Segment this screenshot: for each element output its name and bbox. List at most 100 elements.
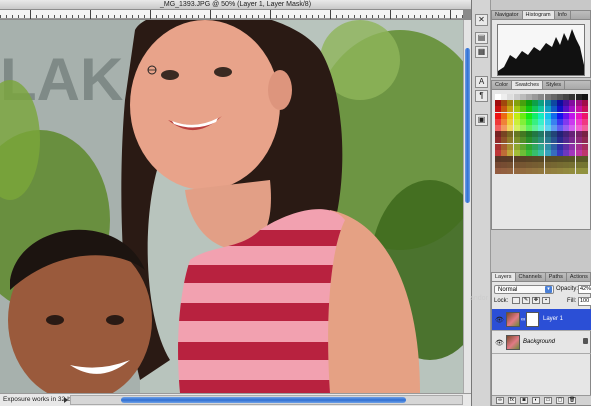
swatch[interactable] — [557, 125, 563, 131]
swatch[interactable] — [538, 112, 545, 119]
group-icon[interactable]: ▭ — [544, 397, 552, 404]
swatch[interactable] — [501, 112, 508, 119]
swatch[interactable] — [501, 131, 508, 138]
swatch[interactable] — [544, 131, 551, 138]
blend-mode-select[interactable]: Normal ▾ — [494, 285, 554, 294]
swatch[interactable] — [538, 100, 545, 107]
swatch[interactable] — [495, 131, 501, 138]
swatch[interactable] — [569, 137, 576, 144]
swatch[interactable] — [532, 143, 539, 150]
status-menu-arrow-icon[interactable] — [64, 397, 68, 403]
swatch[interactable] — [544, 156, 551, 162]
swatch[interactable] — [581, 143, 588, 150]
fx-icon[interactable]: fx — [508, 397, 516, 404]
swatch[interactable] — [513, 143, 520, 150]
tab-navigator[interactable]: Navigator — [492, 11, 523, 19]
horizontal-ruler[interactable] — [0, 10, 463, 19]
tab-actions[interactable]: Actions — [567, 273, 590, 281]
swatch[interactable] — [581, 100, 588, 107]
swatch[interactable] — [538, 168, 545, 175]
swatch[interactable] — [513, 118, 520, 125]
lock-transparent-icon[interactable] — [512, 297, 520, 304]
swatch[interactable] — [569, 112, 576, 119]
tab-color[interactable]: Color — [492, 81, 513, 89]
eye-icon[interactable]: 👁 — [495, 316, 504, 324]
swatch[interactable] — [581, 125, 588, 131]
image-canvas[interactable]: LAK — [0, 20, 463, 393]
swatch[interactable] — [507, 149, 514, 156]
swatch[interactable] — [581, 94, 588, 100]
swatch[interactable] — [538, 106, 545, 113]
swatch[interactable] — [544, 94, 551, 100]
swatch[interactable] — [519, 125, 526, 131]
swatch[interactable] — [507, 112, 514, 119]
swatch[interactable] — [581, 106, 588, 113]
swatch[interactable] — [495, 118, 501, 125]
swatch[interactable] — [544, 125, 551, 131]
swatch[interactable] — [501, 118, 508, 125]
swatch[interactable] — [550, 168, 557, 175]
swatch[interactable] — [575, 118, 582, 125]
swatch[interactable] — [507, 137, 514, 144]
swatch[interactable] — [550, 162, 557, 169]
swatch[interactable] — [501, 94, 508, 100]
swatch[interactable] — [507, 143, 514, 150]
swatch[interactable] — [581, 162, 588, 169]
swatch[interactable] — [544, 162, 551, 169]
swatch[interactable] — [575, 143, 582, 150]
swatch[interactable] — [538, 118, 545, 125]
swatch[interactable] — [544, 137, 551, 144]
swatch[interactable] — [563, 143, 570, 150]
brush-tool-icon[interactable]: ✕ — [475, 14, 488, 26]
swatch[interactable] — [519, 168, 526, 175]
swatch[interactable] — [550, 143, 557, 150]
swatch[interactable] — [575, 125, 582, 131]
swatch[interactable] — [513, 162, 520, 169]
swatch[interactable] — [507, 156, 514, 162]
swatch[interactable] — [557, 112, 563, 119]
paragraph-icon[interactable]: ¶ — [475, 90, 488, 102]
swatch[interactable] — [569, 143, 576, 150]
swatch[interactable] — [581, 149, 588, 156]
swatch[interactable] — [519, 94, 526, 100]
swatch[interactable] — [557, 168, 563, 175]
swatch[interactable] — [519, 112, 526, 119]
swatch[interactable] — [507, 94, 514, 100]
swatch[interactable] — [495, 106, 501, 113]
swatch[interactable] — [526, 162, 532, 169]
swatch[interactable] — [563, 112, 570, 119]
swatch[interactable] — [532, 125, 539, 131]
swatch[interactable] — [569, 149, 576, 156]
swatch[interactable] — [532, 100, 539, 107]
layer-row-layer-1[interactable]: 👁 ∞ Layer 1 — [492, 309, 591, 331]
swatch[interactable] — [507, 125, 514, 131]
swatch[interactable] — [532, 168, 539, 175]
swatch[interactable] — [557, 143, 563, 150]
swatch[interactable] — [513, 137, 520, 144]
swatch[interactable] — [495, 112, 501, 119]
swatch[interactable] — [501, 149, 508, 156]
tab-paths[interactable]: Paths — [546, 273, 567, 281]
swatch[interactable] — [538, 94, 545, 100]
swatch[interactable] — [550, 149, 557, 156]
swatch[interactable] — [526, 125, 532, 131]
swatch[interactable] — [501, 137, 508, 144]
swatch[interactable] — [575, 156, 582, 162]
swatch[interactable] — [519, 106, 526, 113]
swatch[interactable] — [501, 106, 508, 113]
vertical-scrollbar[interactable] — [463, 20, 471, 393]
swatch[interactable] — [507, 168, 514, 175]
swatch[interactable] — [507, 162, 514, 169]
swatch[interactable] — [538, 125, 545, 131]
horizontal-scroll-thumb[interactable] — [121, 397, 406, 403]
swatch[interactable] — [581, 137, 588, 144]
swatch[interactable] — [550, 100, 557, 107]
swatch[interactable] — [507, 131, 514, 138]
fill-input[interactable]: 100 — [578, 297, 591, 306]
swatch[interactable] — [563, 118, 570, 125]
swatch[interactable] — [538, 156, 545, 162]
swatch[interactable] — [569, 125, 576, 131]
swatch[interactable] — [581, 156, 588, 162]
swatch[interactable] — [526, 100, 532, 107]
new-layer-icon[interactable]: ▢ — [556, 397, 564, 404]
